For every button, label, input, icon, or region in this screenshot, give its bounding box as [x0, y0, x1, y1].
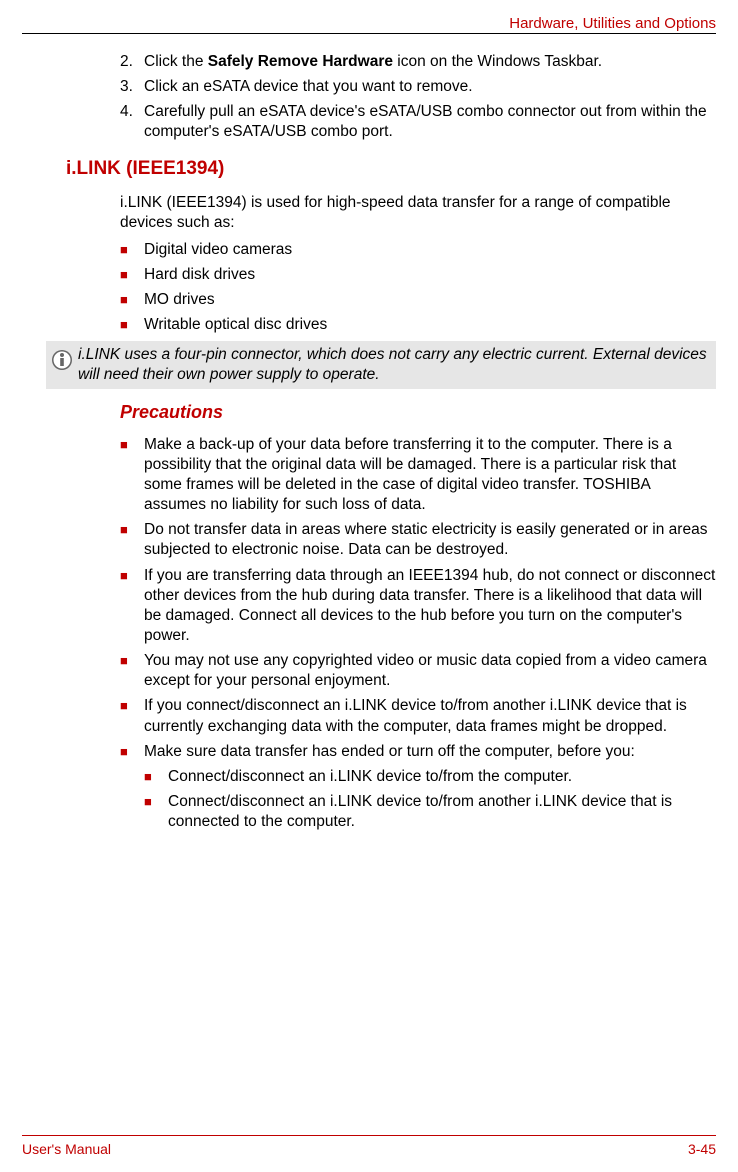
bullet-marker-icon: ■ — [120, 696, 144, 716]
list-item-text: If you connect/disconnect an i.LINK devi… — [144, 696, 716, 736]
step-text: Click the Safely Remove Hardware icon on… — [144, 52, 716, 72]
list-item-text: You may not use any copyrighted video or… — [144, 651, 716, 691]
bullet-marker-icon: ■ — [144, 767, 168, 787]
list-item-nested: ■ Connect/disconnect an i.LINK device to… — [144, 767, 716, 787]
list-item: ■ Hard disk drives — [120, 265, 716, 285]
device-bullets: ■ Digital video cameras ■ Hard disk driv… — [120, 240, 716, 336]
list-item: ■ You may not use any copyrighted video … — [120, 651, 716, 691]
list-item-text: MO drives — [144, 290, 716, 310]
step-4: 4. Carefully pull an eSATA device's eSAT… — [120, 102, 716, 142]
step-text-post: icon on the Windows Taskbar. — [393, 53, 602, 70]
list-item-text: Make a back-up of your data before trans… — [144, 435, 716, 516]
bullet-marker-icon: ■ — [144, 792, 168, 812]
precaution-bullets: ■ Make a back-up of your data before tra… — [120, 435, 716, 833]
footer-page-number: 3-45 — [688, 1140, 716, 1158]
step-text-bold: Safely Remove Hardware — [208, 53, 393, 70]
section-intro: i.LINK (IEEE1394) is used for high-speed… — [120, 193, 716, 233]
list-item: ■ If you connect/disconnect an i.LINK de… — [120, 696, 716, 736]
list-item: ■ MO drives — [120, 290, 716, 310]
bullet-marker-icon: ■ — [120, 651, 144, 671]
list-item-text: Connect/disconnect an i.LINK device to/f… — [168, 792, 716, 832]
step-text-pre: Click the — [144, 53, 208, 70]
header-divider — [22, 33, 716, 34]
note-callout: i.LINK uses a four-pin connector, which … — [46, 341, 716, 389]
list-item-text: Make sure data transfer has ended or tur… — [144, 742, 716, 762]
list-item-text: Writable optical disc drives — [144, 315, 716, 335]
step-number: 2. — [120, 52, 144, 72]
subsection-heading-precautions: Precautions — [120, 401, 716, 424]
bullet-marker-icon: ■ — [120, 240, 144, 260]
step-number: 3. — [120, 77, 144, 97]
bullet-marker-icon: ■ — [120, 566, 144, 586]
section-heading-ilink: i.LINK (IEEE1394) — [66, 157, 716, 182]
step-text: Carefully pull an eSATA device's eSATA/U… — [144, 102, 716, 142]
bullet-marker-icon: ■ — [120, 435, 144, 455]
note-text: i.LINK uses a four-pin connector, which … — [78, 345, 710, 385]
list-item-text: Hard disk drives — [144, 265, 716, 285]
list-item: ■ Do not transfer data in areas where st… — [120, 520, 716, 560]
list-item: ■ Make sure data transfer has ended or t… — [120, 742, 716, 762]
list-item-text: If you are transferring data through an … — [144, 566, 716, 647]
footer-divider — [22, 1135, 716, 1136]
list-item: ■ Make a back-up of your data before tra… — [120, 435, 716, 516]
numbered-steps: 2. Click the Safely Remove Hardware icon… — [120, 52, 716, 143]
step-3: 3. Click an eSATA device that you want t… — [120, 77, 716, 97]
list-item: ■ Digital video cameras — [120, 240, 716, 260]
list-item-nested: ■ Connect/disconnect an i.LINK device to… — [144, 792, 716, 832]
step-number: 4. — [120, 102, 144, 142]
bullet-marker-icon: ■ — [120, 315, 144, 335]
bullet-marker-icon: ■ — [120, 290, 144, 310]
step-text: Click an eSATA device that you want to r… — [144, 77, 716, 97]
list-item-text: Connect/disconnect an i.LINK device to/f… — [168, 767, 716, 787]
list-item-text: Do not transfer data in areas where stat… — [144, 520, 716, 560]
bullet-marker-icon: ■ — [120, 265, 144, 285]
info-icon — [46, 345, 78, 371]
header-section-title: Hardware, Utilities and Options — [509, 14, 716, 34]
list-item-text: Digital video cameras — [144, 240, 716, 260]
page-content: 2. Click the Safely Remove Hardware icon… — [22, 52, 716, 837]
list-item: ■ Writable optical disc drives — [120, 315, 716, 335]
step-2: 2. Click the Safely Remove Hardware icon… — [120, 52, 716, 72]
bullet-marker-icon: ■ — [120, 520, 144, 540]
footer-manual-label: User's Manual — [22, 1140, 111, 1158]
list-item: ■ If you are transferring data through a… — [120, 566, 716, 647]
bullet-marker-icon: ■ — [120, 742, 144, 762]
